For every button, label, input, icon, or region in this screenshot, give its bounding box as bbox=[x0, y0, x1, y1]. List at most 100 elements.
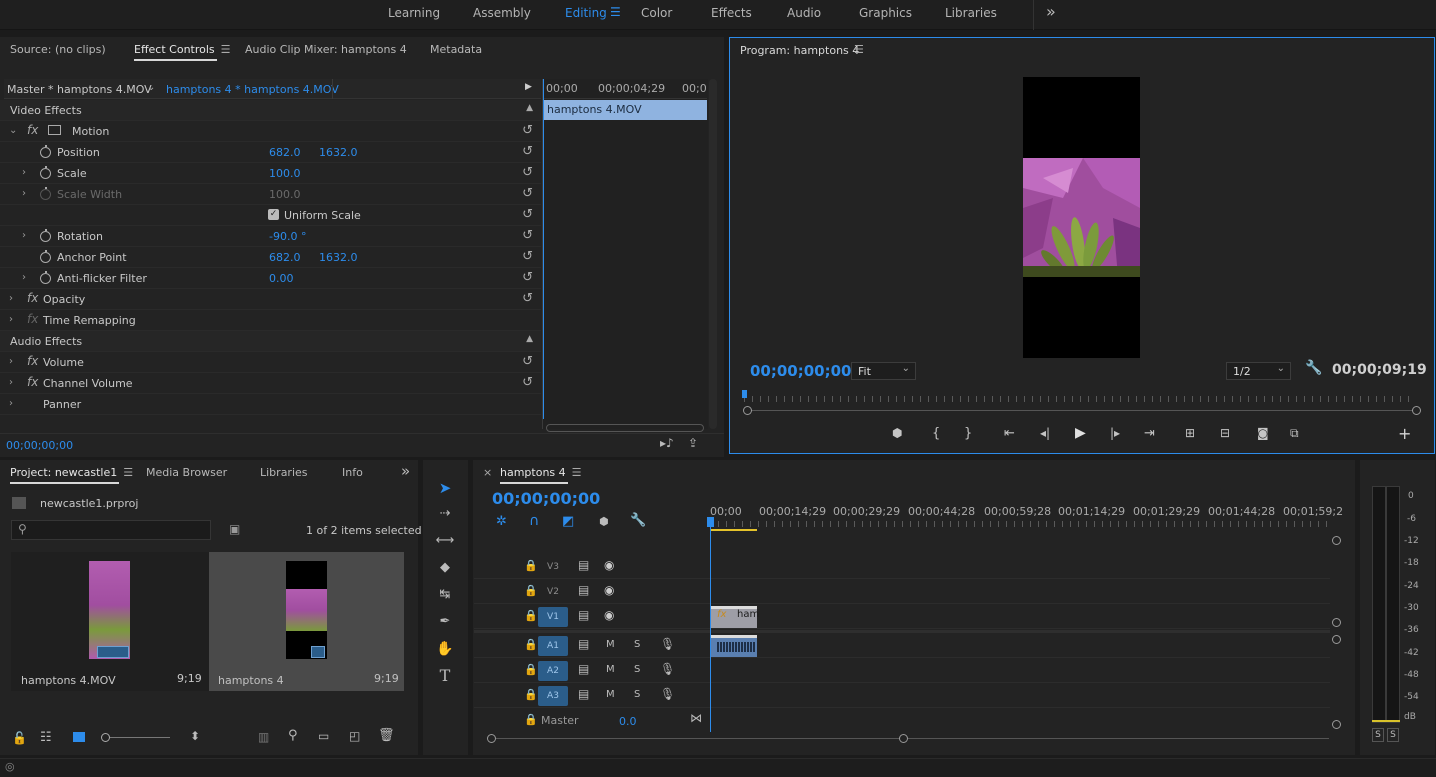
zoom-handle-right[interactable] bbox=[1412, 406, 1421, 415]
export-icon[interactable]: ⇪ bbox=[688, 436, 698, 450]
lock-icon[interactable]: 🔒 bbox=[524, 663, 538, 676]
chevron-right-icon[interactable]: › bbox=[22, 188, 26, 199]
workspace-editing[interactable]: Editing bbox=[565, 6, 607, 20]
ec-horizontal-scrollbar[interactable] bbox=[546, 424, 704, 432]
mute-button[interactable]: M bbox=[606, 639, 615, 650]
wrench-icon[interactable]: 🔧 bbox=[1305, 360, 1322, 376]
panel-menu-icon[interactable]: ☰ bbox=[123, 466, 133, 479]
master-value[interactable]: 0.0 bbox=[619, 715, 637, 728]
trash-icon[interactable]: 🗑 bbox=[378, 728, 395, 743]
track-v2-label[interactable]: V2 bbox=[538, 582, 568, 602]
panel-menu-icon[interactable]: ☰ bbox=[221, 43, 231, 56]
motion-row[interactable]: ⌄ fx Motion ↺ bbox=[0, 121, 541, 142]
fit-dropdown[interactable]: Fit ⌄ bbox=[851, 362, 916, 380]
program-title[interactable]: Program: hamptons 4 bbox=[740, 44, 859, 57]
tab-media-browser[interactable]: Media Browser bbox=[146, 466, 227, 479]
lock-icon[interactable]: 🔓 bbox=[12, 731, 27, 745]
mic-icon[interactable]: 🎙 bbox=[660, 687, 675, 701]
position-x-value[interactable]: 682.0 bbox=[269, 146, 301, 159]
tab-project[interactable]: Project: newcastle1 ☰ bbox=[10, 466, 133, 484]
timeline-timecode[interactable]: 00;00;00;00 bbox=[492, 489, 600, 508]
ec-timecode[interactable]: 00;00;00;00 bbox=[6, 439, 73, 452]
stopwatch-icon[interactable] bbox=[40, 166, 51, 179]
project-item-selected[interactable]: hamptons 4 9;19 bbox=[209, 552, 404, 691]
sync-lock-icon[interactable]: ▤ bbox=[578, 558, 589, 572]
timeline-playhead[interactable] bbox=[710, 517, 711, 732]
ec-vertical-scrollbar[interactable] bbox=[709, 79, 717, 429]
solo-left-button[interactable]: S bbox=[1372, 728, 1384, 742]
add-button-icon[interactable]: + bbox=[1398, 424, 1411, 443]
program-playhead[interactable] bbox=[742, 390, 747, 398]
new-bin-icon[interactable]: ▭ bbox=[318, 729, 329, 743]
mic-icon[interactable]: 🎙 bbox=[660, 637, 675, 651]
chevron-right-icon[interactable]: › bbox=[22, 272, 26, 283]
reset-icon[interactable]: ↺ bbox=[522, 375, 533, 390]
chevron-down-icon[interactable]: ⌄ bbox=[147, 82, 155, 93]
add-marker-icon[interactable]: ⬢ bbox=[599, 515, 609, 528]
list-view-icon[interactable]: ☷ bbox=[40, 730, 52, 745]
lock-icon[interactable]: 🔒 bbox=[524, 584, 538, 597]
position-y-value[interactable]: 1632.0 bbox=[319, 146, 358, 159]
step-forward-icon[interactable]: |▸ bbox=[1110, 426, 1120, 440]
new-bin-from-search-icon[interactable]: ▣ bbox=[229, 522, 240, 536]
stopwatch-icon[interactable] bbox=[40, 271, 51, 284]
lock-icon[interactable]: 🔒 bbox=[524, 638, 538, 651]
chevron-right-icon[interactable]: › bbox=[9, 314, 13, 325]
panner-row[interactable]: › Panner bbox=[0, 394, 541, 415]
timeline-hscroll-track[interactable] bbox=[491, 738, 1329, 739]
project-item[interactable]: hamptons 4.MOV 9;19 bbox=[11, 552, 209, 691]
status-icon[interactable]: ◎ bbox=[5, 760, 15, 773]
stopwatch-icon[interactable] bbox=[40, 250, 51, 263]
lock-icon[interactable]: 🔒 bbox=[524, 609, 538, 622]
stopwatch-icon[interactable] bbox=[40, 229, 51, 242]
add-marker-icon[interactable]: ⬢ bbox=[892, 426, 902, 440]
zoom-slider-handle[interactable] bbox=[101, 733, 110, 742]
chevron-right-icon[interactable]: › bbox=[9, 356, 13, 367]
fx-icon[interactable]: fx bbox=[27, 375, 38, 389]
tab-libraries[interactable]: Libraries bbox=[260, 466, 308, 479]
workspace-menu-icon[interactable]: ☰ bbox=[610, 5, 621, 19]
workspace-color[interactable]: Color bbox=[641, 6, 672, 20]
stopwatch-icon[interactable] bbox=[40, 145, 51, 158]
sync-lock-icon[interactable]: ▤ bbox=[578, 662, 589, 676]
reset-icon[interactable]: ↺ bbox=[522, 144, 533, 159]
tab-metadata[interactable]: Metadata bbox=[430, 43, 482, 56]
zoom-scrollbar[interactable] bbox=[747, 410, 1417, 411]
sort-icon[interactable]: ⬍ bbox=[190, 729, 200, 743]
chevron-right-icon[interactable]: › bbox=[9, 293, 13, 304]
volume-row[interactable]: › fx Volume ↺ bbox=[0, 352, 541, 373]
more-panels-icon[interactable]: » bbox=[401, 462, 410, 480]
reset-icon[interactable]: ↺ bbox=[522, 354, 533, 369]
camera-icon[interactable]: ◙ bbox=[1257, 426, 1269, 440]
slip-tool[interactable]: ↹ bbox=[432, 584, 458, 606]
reset-icon[interactable]: ↺ bbox=[522, 207, 533, 222]
nest-toggle-icon[interactable]: ✲ bbox=[496, 514, 507, 529]
sync-lock-icon[interactable]: ▤ bbox=[578, 608, 589, 622]
scale-value[interactable]: 100.0 bbox=[269, 167, 301, 180]
timeline-close-icon[interactable]: × bbox=[483, 466, 492, 479]
tab-source[interactable]: Source: (no clips) bbox=[10, 43, 106, 56]
reset-icon[interactable]: ↺ bbox=[522, 165, 533, 180]
razor-tool[interactable]: ◆ bbox=[432, 557, 458, 579]
play-audio-icon[interactable]: ▸♪ bbox=[660, 436, 674, 450]
sequence-clip-label[interactable]: hamptons 4 * hamptons 4.MOV bbox=[166, 83, 339, 96]
hand-tool[interactable]: ✋ bbox=[432, 638, 458, 660]
fx-icon[interactable]: fx bbox=[27, 291, 38, 305]
step-back-icon[interactable]: ◂| bbox=[1040, 426, 1050, 440]
track-select-tool[interactable]: ⇢ bbox=[432, 503, 458, 525]
track-a1-label[interactable]: A1 bbox=[538, 636, 568, 656]
selection-tool[interactable]: ➤ bbox=[432, 477, 458, 499]
chevron-right-icon[interactable]: › bbox=[9, 377, 13, 388]
tab-effect-controls[interactable]: Effect Controls ☰ bbox=[134, 43, 231, 61]
zoom-slider[interactable] bbox=[104, 737, 170, 738]
solo-button[interactable]: S bbox=[634, 689, 640, 700]
wrench-icon[interactable]: 🔧 bbox=[630, 513, 646, 528]
go-to-out-icon[interactable]: ⇥ bbox=[1144, 426, 1155, 441]
lift-icon[interactable]: ⊞ bbox=[1185, 426, 1195, 440]
fx-icon[interactable]: fx bbox=[27, 123, 38, 137]
panel-menu-icon[interactable]: ☰ bbox=[854, 43, 864, 56]
sync-lock-icon[interactable]: ▤ bbox=[578, 687, 589, 701]
track-a2-label[interactable]: A2 bbox=[538, 661, 568, 681]
eye-icon[interactable]: ◉ bbox=[604, 583, 614, 597]
video-vscroll-handle[interactable] bbox=[1332, 536, 1341, 545]
